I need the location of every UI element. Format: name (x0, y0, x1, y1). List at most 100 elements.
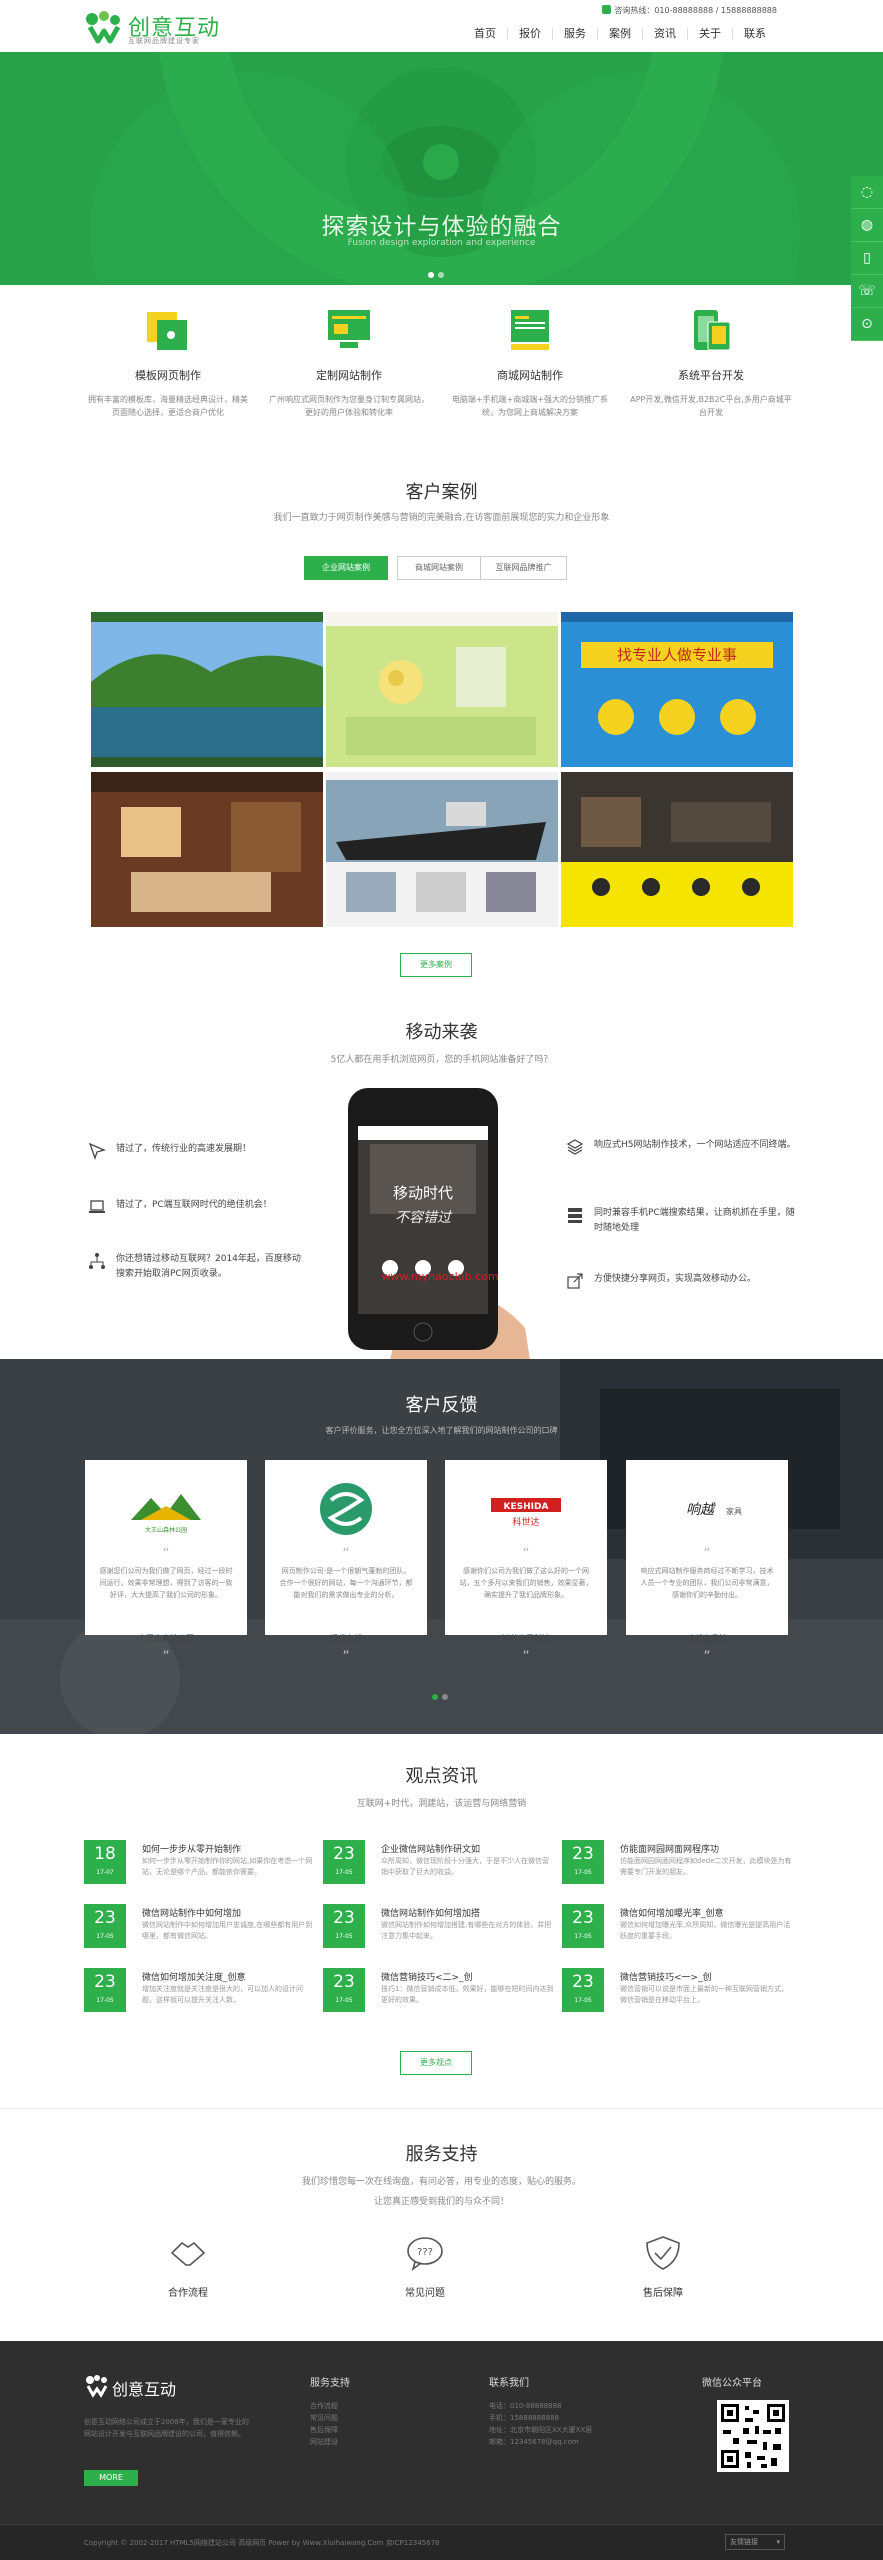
case-thumbnail[interactable] (561, 772, 793, 927)
nav-item-price[interactable]: 报价 (507, 28, 552, 40)
news-title[interactable]: 如何一步步从零开始制作 (142, 1842, 241, 1855)
case-thumbnail[interactable] (326, 772, 558, 927)
more-cases-button[interactable]: 更多案例 (400, 953, 472, 977)
mobile-point-text: 响应式H5网站制作技术，一个网站适应不同终端。 (594, 1140, 796, 1150)
case-thumbnail[interactable] (91, 772, 323, 927)
service-title: 模板网页制作 (135, 369, 201, 382)
floating-sidebar: ◌ ◍ ▯ ☏ ⊙ (851, 176, 883, 341)
qq-icon[interactable]: ◌ (851, 176, 883, 209)
footer-link[interactable]: 售后保障 (310, 2424, 338, 2436)
banner-decoration (90, 52, 800, 285)
news-item[interactable]: 23 17-05 微信如何增加关注度_创意 增加关注度就是关注度是很大的，可以加人的设… (84, 1968, 316, 2018)
news-item[interactable]: 23 17-05 企业微信网站制作研文如 众所周知，微信现阶段十分强大，于是不少人在微… (323, 1840, 555, 1890)
news-day: 23 (333, 1972, 355, 1992)
nav-item-cases[interactable]: 案例 (597, 28, 642, 40)
news-title[interactable]: 仿能面网园网面网程序功 (620, 1842, 719, 1855)
nav-item-contact[interactable]: 联系 (732, 28, 777, 40)
tab-mall[interactable]: 商城网站案例 (397, 556, 481, 580)
news-title: 观点资讯 (405, 1766, 478, 1787)
tab-brand[interactable]: 互联网品牌推广 (480, 556, 567, 580)
news-item[interactable]: 23 17-05 微信网站制作如何增加搭 微信网站制作如何增加搭建,有哪些在对方的体验… (323, 1904, 555, 1954)
footer-link[interactable]: 常见问题 (310, 2412, 338, 2424)
feedback-dot[interactable] (432, 1694, 438, 1700)
service-template[interactable]: 模板网页制作 拥有丰富的模板库，海量精选经典设计，精美页面随心选择，更适合商户优… (78, 308, 258, 419)
footer-logo-text[interactable]: 创意互动 (112, 2376, 176, 2400)
support-item-label: 常见问题 (405, 2288, 445, 2299)
quote-icon: ” (162, 1649, 170, 1665)
banner-subtitle: Fusion design exploration and experience (347, 238, 536, 248)
service-mall[interactable]: 商城网站制作 电脑端+手机端+商城端+强大的分销推广系统，为您网上商城解决方案 (440, 308, 620, 419)
service-custom[interactable]: 定制网站制作 广州响应式网页制作为您量身订制专属网站，更好的用户体验和转化率 (259, 308, 439, 419)
feedback-card[interactable]: 响越 家具 “ 响应式网站制作服务商经过不断学习，技术人员一个专业的团队，我们公… (626, 1460, 788, 1664)
feedback-card[interactable]: KESHIDA 科世达 “ 感谢你们公司为我们做了这么好的一个网站，五个多月以来… (445, 1460, 607, 1664)
client-logo-text: 家具 (726, 1506, 742, 1516)
case-thumbnail[interactable]: 找专业人做专业事 (561, 612, 793, 767)
phone-screen-text: 移动时代 (393, 1184, 453, 1202)
feedback-subtitle: 客户评价服务，让您全方位深入地了解我们的网站制作公司的口碑 (325, 1426, 558, 1435)
phone-icon (602, 5, 612, 14)
news-item[interactable]: 23 17-05 微信网站制作中如何增加 微信网站制作中如何增加用户忠诚度,在哪些都有… (84, 1904, 316, 1954)
case-thumbnail[interactable] (326, 612, 558, 767)
news-item[interactable]: 23 17-05 微信营销技巧<一>_创 微信营销可以说是市面上最新的一种互联网营销方… (562, 1968, 794, 2018)
feedback-dot[interactable] (442, 1694, 448, 1700)
logo-mark-icon[interactable] (84, 9, 124, 45)
news-title[interactable]: 企业微信网站制作研文如 (381, 1842, 480, 1855)
more-news-button[interactable]: 更多观点 (400, 2051, 472, 2075)
news-title[interactable]: 微信网站制作中如何增加 (142, 1906, 241, 1919)
nav-item-about[interactable]: 关于 (687, 28, 732, 40)
nav-item-home[interactable]: 首页 (463, 28, 507, 40)
case-thumbnail[interactable] (91, 612, 323, 767)
news-title[interactable]: 微信如何增加曝光率_创意 (620, 1906, 724, 1919)
news-title[interactable]: 微信营销技巧<一>_创 (620, 1970, 712, 1983)
qq-icon[interactable]: ◍ (851, 209, 883, 242)
client-name: 绿盛在线 (330, 1634, 362, 1643)
footer-logo-icon (86, 2375, 108, 2398)
support-item-process[interactable]: 合作流程 (148, 2235, 228, 2299)
news-title[interactable]: 微信如何增加关注度_创意 (142, 1970, 246, 1983)
feedback-text: 感谢你们公司为我们做了这么好的一个网站，五个多月以来我们的销售，效果显著，确实提… (459, 1567, 593, 1599)
share-icon (567, 1273, 583, 1289)
mobile-point-text: 错过了，传统行业的高速发展期！ (116, 1144, 252, 1154)
footer-link[interactable]: 合作流程 (310, 2400, 338, 2412)
service-title: 定制网站制作 (316, 369, 382, 382)
news-item[interactable]: 18 17-07 如何一步步从零开始制作 如何一步步从零开始制作你的网站,如果你在考虑… (84, 1840, 316, 1890)
news-item[interactable]: 23 17-05 仿能面网园网面网程序功 仿能面网园网面网程序如dede二次开发，此模… (562, 1840, 794, 1890)
support-item-faq[interactable]: ??? 常见问题 (385, 2235, 465, 2299)
feedback-card[interactable]: “ 网页制作公司-是一个很朝气蓬勃的团队，合作一个很好的网站，每一个沟通环节，都… (265, 1460, 427, 1664)
wechat-qr-code (717, 2400, 789, 2472)
news-title[interactable]: 微信营销技巧<二>_创 (381, 1970, 473, 1983)
nav-item-news[interactable]: 资讯 (642, 28, 687, 40)
phone-icon[interactable]: ▯ (851, 242, 883, 275)
friend-links-select[interactable]: 友情链接 ▾ (725, 2534, 785, 2550)
feedback-text: 网页制作公司-是一个很朝气蓬勃的团队，合作一个很好的网站，每一个沟通环节，都能对… (279, 1567, 413, 1599)
support-item-warranty[interactable]: 售后保障 (623, 2235, 703, 2299)
news-title[interactable]: 微信网站制作如何增加搭 (381, 1906, 480, 1919)
case-image-interior (91, 772, 323, 927)
service-platform[interactable]: 系统平台开发 APP开发,微信开发,B2B2C平台,多用户商城平台开发 (621, 308, 801, 419)
footer-link[interactable]: 网站建设 (310, 2436, 338, 2448)
hero-banner[interactable]: 探索设计与体验的融合 Fusion design exploration and… (0, 52, 883, 285)
telephone-icon[interactable]: ☏ (851, 275, 883, 308)
mobile-point-text: 错过了，PC端互联网时代的绝佳机会！ (116, 1200, 272, 1210)
back-to-top-icon[interactable]: ⊙ (851, 308, 883, 341)
mobile-subtitle: 5亿人都在用手机浏览网页，您的手机网站准备好了吗？ (330, 1055, 553, 1065)
news-day: 23 (572, 1908, 594, 1928)
case-image-lake (91, 612, 323, 767)
server-icon (568, 1208, 582, 1223)
footer-more-button[interactable]: MORE (84, 2470, 138, 2486)
news-day: 23 (572, 1844, 594, 1864)
news-item[interactable]: 23 17-05 微信如何增加曝光率_创意 微信如何增加曝光率,众所周知，微信曝光是提… (562, 1904, 794, 1954)
banner-dot[interactable] (428, 272, 434, 278)
nav-item-service[interactable]: 服务 (552, 28, 597, 40)
service-desc: APP开发,微信开发,B2B2C平台,多用户商城平台开发 (630, 395, 792, 417)
client-logo-text: 科世达 (512, 1516, 539, 1528)
support-title: 服务支持 (405, 2144, 478, 2165)
banner-dot[interactable] (438, 272, 444, 278)
layers-icon (566, 1139, 584, 1155)
news-item[interactable]: 23 17-05 微信营销技巧<二>_创 技巧1：微信营销成本低，效果好，能够在短时间… (323, 1968, 555, 2018)
service-title: 商城网站制作 (497, 369, 563, 382)
quote-icon: “ (522, 1546, 530, 1562)
feedback-card[interactable]: 大王山森林公园 “ 感谢您们公司为我们做了网页，经过一段时间运行，效果非常理想，… (85, 1460, 247, 1664)
tab-enterprise[interactable]: 企业网站案例 (304, 556, 388, 580)
cases-subtitle: 我们一直致力于网页制作美感与营销的完美融合,在访客面前展现您的实力和企业形象 (273, 513, 610, 523)
